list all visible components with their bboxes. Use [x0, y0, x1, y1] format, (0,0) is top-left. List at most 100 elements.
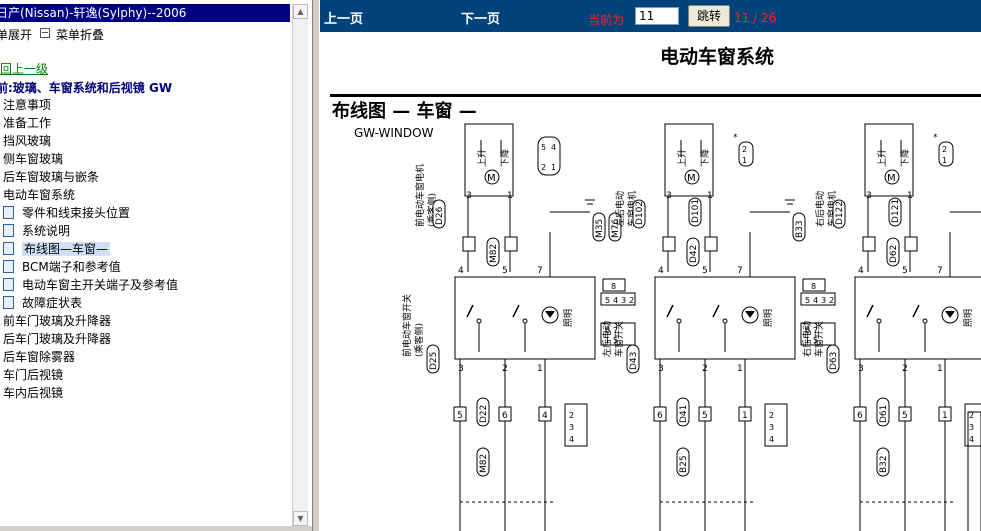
nav-item[interactable]: 车门后视镜	[3, 366, 63, 383]
up-level-link[interactable]: 回上一级	[0, 60, 48, 77]
nav-item[interactable]: 系统说明	[22, 222, 70, 239]
nav-item[interactable]: BCM端子和参考值	[22, 258, 121, 275]
pin-number: 7	[537, 266, 543, 276]
pin-number: 5	[605, 296, 610, 305]
collapse-icon[interactable]	[40, 28, 50, 38]
nav-item[interactable]: 布线图—车窗—	[22, 240, 111, 257]
nav-item-label: 注意事项	[3, 98, 52, 112]
connector-pin	[662, 236, 676, 252]
pin-number: 6	[857, 411, 863, 421]
pin-number: 1	[742, 411, 748, 421]
wire	[512, 304, 520, 318]
prev-page-button[interactable]: 上一页	[324, 8, 363, 27]
pin-number: 1	[942, 156, 947, 165]
connector-code: D26	[435, 206, 445, 225]
switch-box	[854, 276, 981, 360]
connector-code: D62	[889, 245, 899, 263]
contact-point	[722, 318, 728, 324]
contact-point	[476, 318, 482, 324]
nav-item[interactable]: 挡风玻璃	[3, 132, 51, 149]
connector-code: D41	[679, 405, 689, 423]
connector-code: D101	[691, 199, 701, 223]
nav-item-label: 零件和线束接头位置	[22, 206, 131, 220]
nav-item-label: 车门后视镜	[3, 368, 64, 382]
nav-item-label: BCM端子和参考值	[22, 260, 121, 274]
connector-code: D61	[879, 405, 889, 423]
pin-number: 4	[542, 411, 548, 421]
motor-label: 前电动车窗电机	[414, 164, 426, 227]
pin-number: 5	[541, 143, 546, 152]
pin-number: 5	[502, 266, 508, 276]
connector-code: D102	[635, 201, 645, 225]
navigation-pane: 日产(Nissan)-轩逸(Sylphy)--2006 单展开 菜单折叠 回上一…	[0, 0, 312, 531]
pin-number: 5	[457, 411, 463, 421]
scroll-up-button[interactable]: ▲	[293, 4, 308, 19]
nav-item[interactable]: 准备工作	[3, 114, 51, 131]
diode-symbol	[545, 311, 555, 318]
contact-point	[876, 318, 882, 324]
pin-number: 1	[551, 163, 556, 172]
pane-splitter[interactable]	[312, 0, 320, 531]
document-icon	[3, 206, 14, 219]
connector-code: D122	[835, 201, 845, 225]
nav-item[interactable]: 后车窗玻璃与嵌条	[3, 168, 99, 185]
connector-code: D43	[629, 352, 639, 370]
nav-item-label: 侧车窗玻璃	[3, 152, 64, 166]
document-icon	[3, 278, 14, 291]
contact-point	[922, 318, 928, 324]
switch-label: 右后电动	[801, 321, 813, 357]
connector-code: B25	[679, 455, 689, 473]
pin-number: 4	[613, 296, 618, 305]
pin-number: 5	[702, 411, 708, 421]
nav-scrollbar[interactable]: ▲ ▼	[292, 4, 308, 526]
nav-item[interactable]: 零件和线束接头位置	[22, 204, 130, 221]
next-page-button[interactable]: 下一页	[461, 8, 500, 27]
nav-item[interactable]: 注意事项	[3, 96, 51, 113]
pin-number: 3	[569, 423, 574, 432]
pin-number: 3	[666, 191, 672, 201]
nav-item-label: 前车门玻璃及升降器	[3, 314, 112, 328]
pin-number: 1	[537, 364, 543, 374]
document-icon	[3, 260, 14, 273]
pin-number: 1	[742, 156, 747, 165]
pin-number: 5	[805, 296, 810, 305]
pin-number: 2	[742, 145, 747, 154]
nav-title-bar: 日产(Nissan)-轩逸(Sylphy)--2006	[0, 4, 290, 22]
nav-item[interactable]: 电动车窗主开关端子及参考值	[22, 276, 178, 293]
pin-number: 3	[769, 423, 774, 432]
pin-number: 1	[937, 364, 943, 374]
connector-code: B33	[795, 220, 805, 238]
motor-label: 左后电动	[614, 191, 626, 227]
document-icon	[3, 296, 14, 309]
pin-number: 1	[737, 364, 743, 374]
jump-button[interactable]: 跳转	[688, 5, 730, 27]
pin-number: 3	[866, 191, 872, 201]
pin-number: 4	[569, 435, 574, 444]
nav-item[interactable]: 侧车窗玻璃	[3, 150, 63, 167]
pin-number: 6	[657, 411, 663, 421]
page-number-input[interactable]	[635, 7, 679, 25]
collapse-all-button[interactable]: 菜单折叠	[56, 26, 104, 43]
nav-item-label: 后车窗除雾器	[3, 350, 76, 364]
connector-code: D42	[689, 245, 699, 263]
nav-item[interactable]: 电动车窗系统	[3, 186, 75, 203]
nav-item[interactable]: 车内后视镜	[3, 384, 63, 401]
connector-pin	[504, 236, 518, 252]
scroll-down-button[interactable]: ▼	[293, 511, 308, 526]
document-icon	[3, 242, 14, 255]
page-toolbar: 上一页 下一页 当前为 跳转 11 / 26	[320, 0, 981, 32]
pin-number: 3	[466, 191, 472, 201]
switch-label: 车窗开关	[613, 321, 625, 357]
nav-item[interactable]: 后车门玻璃及升降器	[3, 330, 111, 347]
nav-item[interactable]: 故障症状表	[22, 294, 82, 311]
section-title: 前:玻璃、车窗系统和后视镜 GW	[0, 81, 173, 95]
expand-all-button[interactable]: 单展开	[0, 26, 32, 43]
nav-item[interactable]: 前车门玻璃及升降器	[3, 312, 111, 329]
pin-number: 5	[902, 411, 908, 421]
nav-item-label: 系统说明	[22, 224, 71, 238]
pin-number: 3	[821, 296, 826, 305]
pin-number: 8	[811, 282, 816, 291]
nav-item[interactable]: 后车窗除雾器	[3, 348, 75, 365]
pin-number: 4	[458, 266, 464, 276]
contact-point	[522, 318, 528, 324]
